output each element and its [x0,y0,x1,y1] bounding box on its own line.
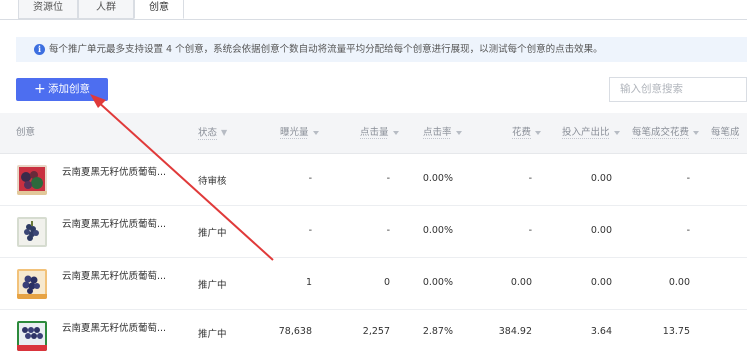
ctr-value: 0.00% [422,173,453,184]
tab-audience[interactable]: 人群 [78,0,134,19]
table-row: 云南夏黑无籽优质葡萄... 推广中 78,638 2,257 2.87% 384… [0,310,747,358]
sort-icon[interactable] [535,130,542,135]
clicks-value: 0 [383,277,390,288]
roi-value: 0.00 [590,277,612,288]
creative-search-input[interactable]: 输入创意搜索 [609,77,747,102]
add-creative-label: 添加创意 [48,83,90,95]
cost-value: 0.00 [510,277,532,288]
roi-value: 0.00 [590,173,612,184]
creative-name[interactable]: 云南夏黑无籽优质葡萄... [62,320,166,334]
status-text: 推广中 [198,329,227,340]
add-creative-button[interactable]: + 添加创意 [16,78,108,101]
table-row: 云南夏黑无籽优质葡萄... 推广中 1 0 0.00% 0.00 0.00 0.… [0,258,747,310]
tab-creative[interactable]: 创意 [134,0,184,19]
creative-page: 资源位 人群 创意 i 每个推广单元最多支持设置 4 个创意，系统会依据创意个数… [0,0,747,358]
table-row: 云南夏黑无籽优质葡萄... 推广中 - - 0.00% - 0.00 - [0,206,747,258]
impressions-value: 78,638 [278,326,312,337]
creative-name[interactable]: 云南夏黑无籽优质葡萄... [62,164,166,178]
ctr-value: 0.00% [422,225,453,236]
table-header: 创意 状态 ▼ 曝光量 点击量 点击率 花费 投入产出比 每笔成交花费 每笔成 [0,113,747,154]
col-clicks[interactable]: 点击量 [360,113,399,153]
creative-thumbnail [17,165,47,195]
impressions-value: 1 [305,277,312,288]
roi-value: 3.64 [590,326,612,337]
impressions-value: - [308,225,312,236]
col-cpa-more[interactable]: 每笔成 [711,113,740,153]
tab-bar: 资源位 人群 创意 [0,0,747,20]
tab-resource[interactable]: 资源位 [18,0,78,19]
cost-value: - [528,173,532,184]
sort-icon[interactable] [455,130,462,135]
creative-name[interactable]: 云南夏黑无籽优质葡萄... [62,216,166,230]
col-status[interactable]: 状态 ▼ [198,113,227,153]
col-impressions[interactable]: 曝光量 [280,113,319,153]
creative-thumbnail [17,269,47,299]
roi-value: 0.00 [590,225,612,236]
cpa-value: - [686,173,690,184]
status-text: 推广中 [198,228,227,239]
table-row: 云南夏黑无籽优质葡萄... 待审核 - - 0.00% - 0.00 - [0,154,747,206]
cpa-value: - [686,225,690,236]
sort-icon[interactable] [613,130,620,135]
cpa-value: 0.00 [668,277,690,288]
col-ctr[interactable]: 点击率 [423,113,462,153]
ctr-value: 2.87% [422,326,453,337]
info-banner: i 每个推广单元最多支持设置 4 个创意，系统会依据创意个数自动将流量平均分配给… [16,37,747,62]
col-roi[interactable]: 投入产出比 [562,113,620,153]
ctr-value: 0.00% [422,277,453,288]
plus-icon: + [34,81,46,97]
cpa-value: 13.75 [662,326,690,337]
col-cpa[interactable]: 每笔成交花费 [632,113,700,153]
cost-value: 384.92 [498,326,532,337]
sort-icon[interactable] [312,130,319,135]
col-cost[interactable]: 花费 [512,113,542,153]
clicks-value: 2,257 [362,326,390,337]
filter-icon[interactable]: ▼ [221,113,227,153]
sort-icon[interactable] [693,130,700,135]
status-text: 待审核 [198,176,227,187]
creative-name[interactable]: 云南夏黑无籽优质葡萄... [62,268,166,282]
sort-icon[interactable] [392,130,399,135]
cost-value: - [528,225,532,236]
clicks-value: - [386,225,390,236]
col-creative: 创意 [16,127,36,138]
status-text: 推广中 [198,280,227,291]
creative-thumbnail [17,217,47,247]
info-text: 每个推广单元最多支持设置 4 个创意，系统会依据创意个数自动将流量平均分配给每个… [49,44,603,55]
clicks-value: - [386,173,390,184]
creative-thumbnail [17,321,47,351]
info-icon: i [34,44,45,55]
impressions-value: - [308,173,312,184]
